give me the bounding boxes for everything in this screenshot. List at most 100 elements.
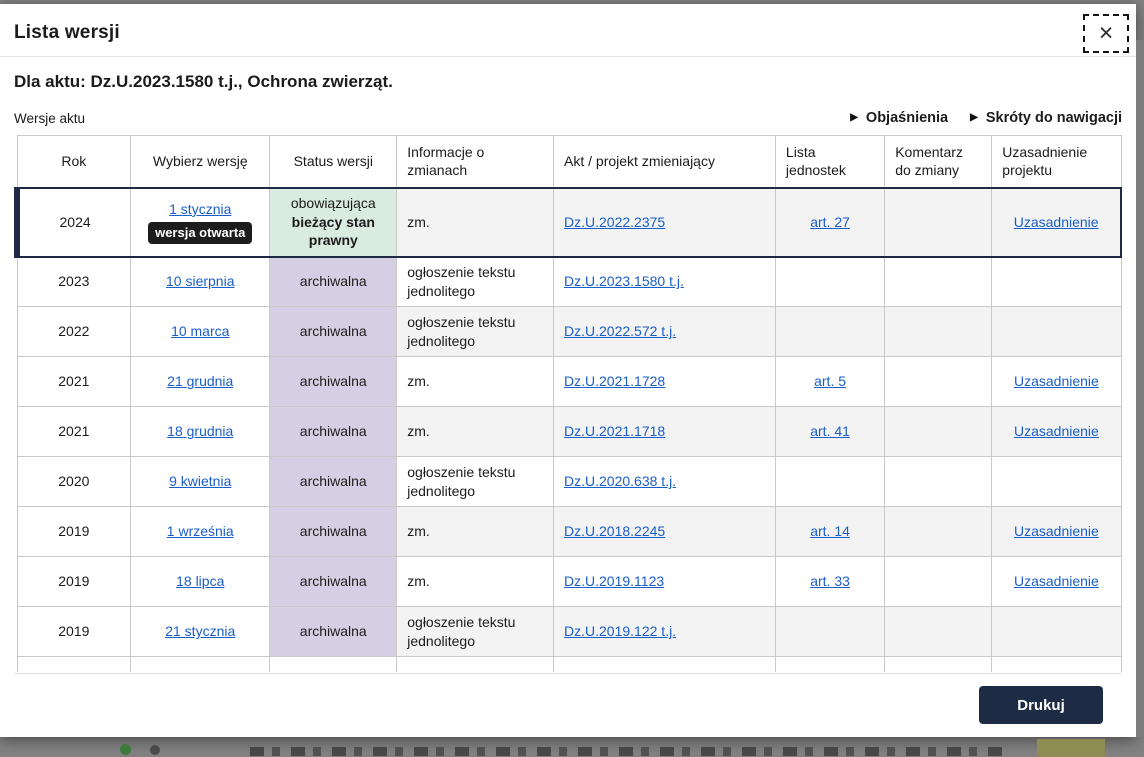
version-cell: 18 lipca bbox=[131, 557, 270, 607]
toggle-navigation-shortcuts-label: Skróty do nawigacji bbox=[986, 110, 1122, 126]
amending-act-link[interactable]: Dz.U.2019.1123 bbox=[564, 573, 664, 589]
change-info-cell: zm. bbox=[397, 407, 554, 457]
table-row: 20209 kwietniaarchiwalnaogłoszenie tekst… bbox=[17, 457, 1121, 507]
background-page-strip bbox=[0, 737, 1144, 757]
change-info-cell: zm. bbox=[397, 357, 554, 407]
triangle-icon: ▶ bbox=[970, 113, 978, 123]
change-comment-cell bbox=[885, 407, 992, 457]
version-cell: 18 grudnia bbox=[131, 407, 270, 457]
background-page-right-strip bbox=[1136, 40, 1144, 737]
amending-act-link[interactable]: Dz.U.2023.1580 t.j. bbox=[564, 273, 684, 289]
open-version-badge: wersja otwarta bbox=[148, 222, 252, 245]
version-date-link[interactable]: 1 września bbox=[167, 523, 234, 539]
modal-footer: Drukuj bbox=[14, 673, 1122, 737]
year-cell: 2020 bbox=[17, 457, 131, 507]
background-green-icon bbox=[120, 744, 131, 755]
change-comment-cell bbox=[885, 357, 992, 407]
justification-cell bbox=[992, 307, 1121, 357]
year-cell: 2019 bbox=[17, 507, 131, 557]
change-comment-cell bbox=[885, 457, 992, 507]
version-date-link[interactable]: 21 stycznia bbox=[165, 623, 235, 639]
modal-header: Lista wersji × bbox=[0, 4, 1136, 57]
close-button[interactable]: × bbox=[1083, 14, 1129, 53]
amending-act-link[interactable]: Dz.U.2021.1718 bbox=[564, 423, 665, 439]
modal-title: Lista wersji bbox=[14, 14, 120, 44]
version-date-link[interactable]: 18 lipca bbox=[176, 573, 224, 589]
table-header-cell: Informacje o zmianach bbox=[397, 136, 554, 188]
table-row: 202210 marcaarchiwalnaogłoszenie tekstu … bbox=[17, 307, 1121, 357]
amending-act-link[interactable]: Dz.U.2019.122 t.j. bbox=[564, 623, 676, 639]
amending-act-cell: Dz.U.2022.2375 bbox=[554, 188, 776, 257]
table-row: 2024 1 stycznia wersja otwarta obowiązująca… bbox=[17, 188, 1121, 257]
units-list-link[interactable]: art. 27 bbox=[810, 214, 850, 230]
version-date-link[interactable]: 10 sierpnia bbox=[166, 273, 235, 289]
justification-link[interactable]: Uzasadnienie bbox=[1014, 573, 1099, 589]
version-date-link[interactable]: 1 stycznia bbox=[169, 201, 231, 217]
version-cell: 10 sierpnia bbox=[131, 257, 270, 307]
table-row: 202310 sierpniaarchiwalnaogłoszenie teks… bbox=[17, 257, 1121, 307]
units-list-cell: art. 41 bbox=[775, 407, 884, 457]
version-date-link[interactable]: 21 grudnia bbox=[167, 373, 233, 389]
status-cell: archiwalna bbox=[270, 607, 397, 657]
print-button[interactable]: Drukuj bbox=[979, 686, 1103, 724]
justification-cell bbox=[992, 607, 1121, 657]
change-comment-cell bbox=[885, 507, 992, 557]
change-info-cell: zm. bbox=[397, 188, 554, 257]
table-row: 20191 wrześniaarchiwalnazm.Dz.U.2018.224… bbox=[17, 507, 1121, 557]
triangle-icon: ▶ bbox=[850, 113, 858, 123]
status-cell: archiwalna bbox=[270, 407, 397, 457]
version-cell: 10 marca bbox=[131, 307, 270, 357]
status-cell: archiwalna bbox=[270, 357, 397, 407]
version-cell: 9 kwietnia bbox=[131, 457, 270, 507]
status-cell: obowiązującabieżący stan prawny bbox=[270, 188, 397, 257]
table-header-cell: Uzasadnienie projektu bbox=[992, 136, 1121, 188]
justification-link[interactable]: Uzasadnienie bbox=[1014, 214, 1099, 230]
table-row-clipped bbox=[17, 657, 1121, 673]
change-comment-cell bbox=[885, 257, 992, 307]
close-icon: × bbox=[1099, 21, 1114, 46]
table-row: 201921 styczniaarchiwalnaogłoszenie teks… bbox=[17, 607, 1121, 657]
change-info-cell: ogłoszenie tekstu jednolitego bbox=[397, 257, 554, 307]
justification-link[interactable]: Uzasadnienie bbox=[1014, 373, 1099, 389]
version-date-link[interactable]: 9 kwietnia bbox=[169, 473, 231, 489]
justification-cell bbox=[992, 257, 1121, 307]
units-list-link[interactable]: art. 33 bbox=[810, 573, 850, 589]
change-comment-cell bbox=[885, 188, 992, 257]
year-cell: 2019 bbox=[17, 557, 131, 607]
version-cell: 1 stycznia wersja otwarta bbox=[131, 188, 270, 257]
table-body: 2024 1 stycznia wersja otwarta obowiązująca… bbox=[17, 188, 1121, 673]
units-list-cell: art. 14 bbox=[775, 507, 884, 557]
versions-table-wrapper: RokWybierz wersjęStatus wersjiInformacje… bbox=[14, 135, 1122, 672]
units-list-link[interactable]: art. 5 bbox=[814, 373, 846, 389]
status-cell: archiwalna bbox=[270, 507, 397, 557]
units-list-link[interactable]: art. 41 bbox=[810, 423, 850, 439]
justification-cell: Uzasadnienie bbox=[992, 557, 1121, 607]
change-info-cell: ogłoszenie tekstu jednolitego bbox=[397, 307, 554, 357]
units-list-cell bbox=[775, 457, 884, 507]
status-cell: archiwalna bbox=[270, 557, 397, 607]
amending-act-link[interactable]: Dz.U.2022.2375 bbox=[564, 214, 665, 230]
year-cell: 2024 bbox=[17, 188, 131, 257]
justification-link[interactable]: Uzasadnienie bbox=[1014, 423, 1099, 439]
amending-act-link[interactable]: Dz.U.2020.638 t.j. bbox=[564, 473, 676, 489]
year-cell: 2019 bbox=[17, 607, 131, 657]
table-header-cell: Akt / projekt zmieniający bbox=[554, 136, 776, 188]
amending-act-link[interactable]: Dz.U.2021.1728 bbox=[564, 373, 665, 389]
table-row: 201918 lipcaarchiwalnazm.Dz.U.2019.1123a… bbox=[17, 557, 1121, 607]
justification-link[interactable]: Uzasadnienie bbox=[1014, 523, 1099, 539]
toggle-explanations[interactable]: ▶ Objaśnienia bbox=[850, 110, 948, 126]
version-date-link[interactable]: 10 marca bbox=[171, 323, 229, 339]
version-cell: 1 września bbox=[131, 507, 270, 557]
year-cell: 2022 bbox=[17, 307, 131, 357]
change-comment-cell bbox=[885, 557, 992, 607]
status-cell: archiwalna bbox=[270, 457, 397, 507]
version-cell: 21 grudnia bbox=[131, 357, 270, 407]
toggle-navigation-shortcuts[interactable]: ▶ Skróty do nawigacji bbox=[970, 110, 1122, 126]
table-row: 202118 grudniaarchiwalnazm.Dz.U.2021.171… bbox=[17, 407, 1121, 457]
table-header-cell: Komentarz do zmiany bbox=[885, 136, 992, 188]
amending-act-link[interactable]: Dz.U.2022.572 t.j. bbox=[564, 323, 676, 339]
background-olive-block bbox=[1037, 739, 1105, 757]
amending-act-link[interactable]: Dz.U.2018.2245 bbox=[564, 523, 665, 539]
units-list-link[interactable]: art. 14 bbox=[810, 523, 850, 539]
version-date-link[interactable]: 18 grudnia bbox=[167, 423, 233, 439]
